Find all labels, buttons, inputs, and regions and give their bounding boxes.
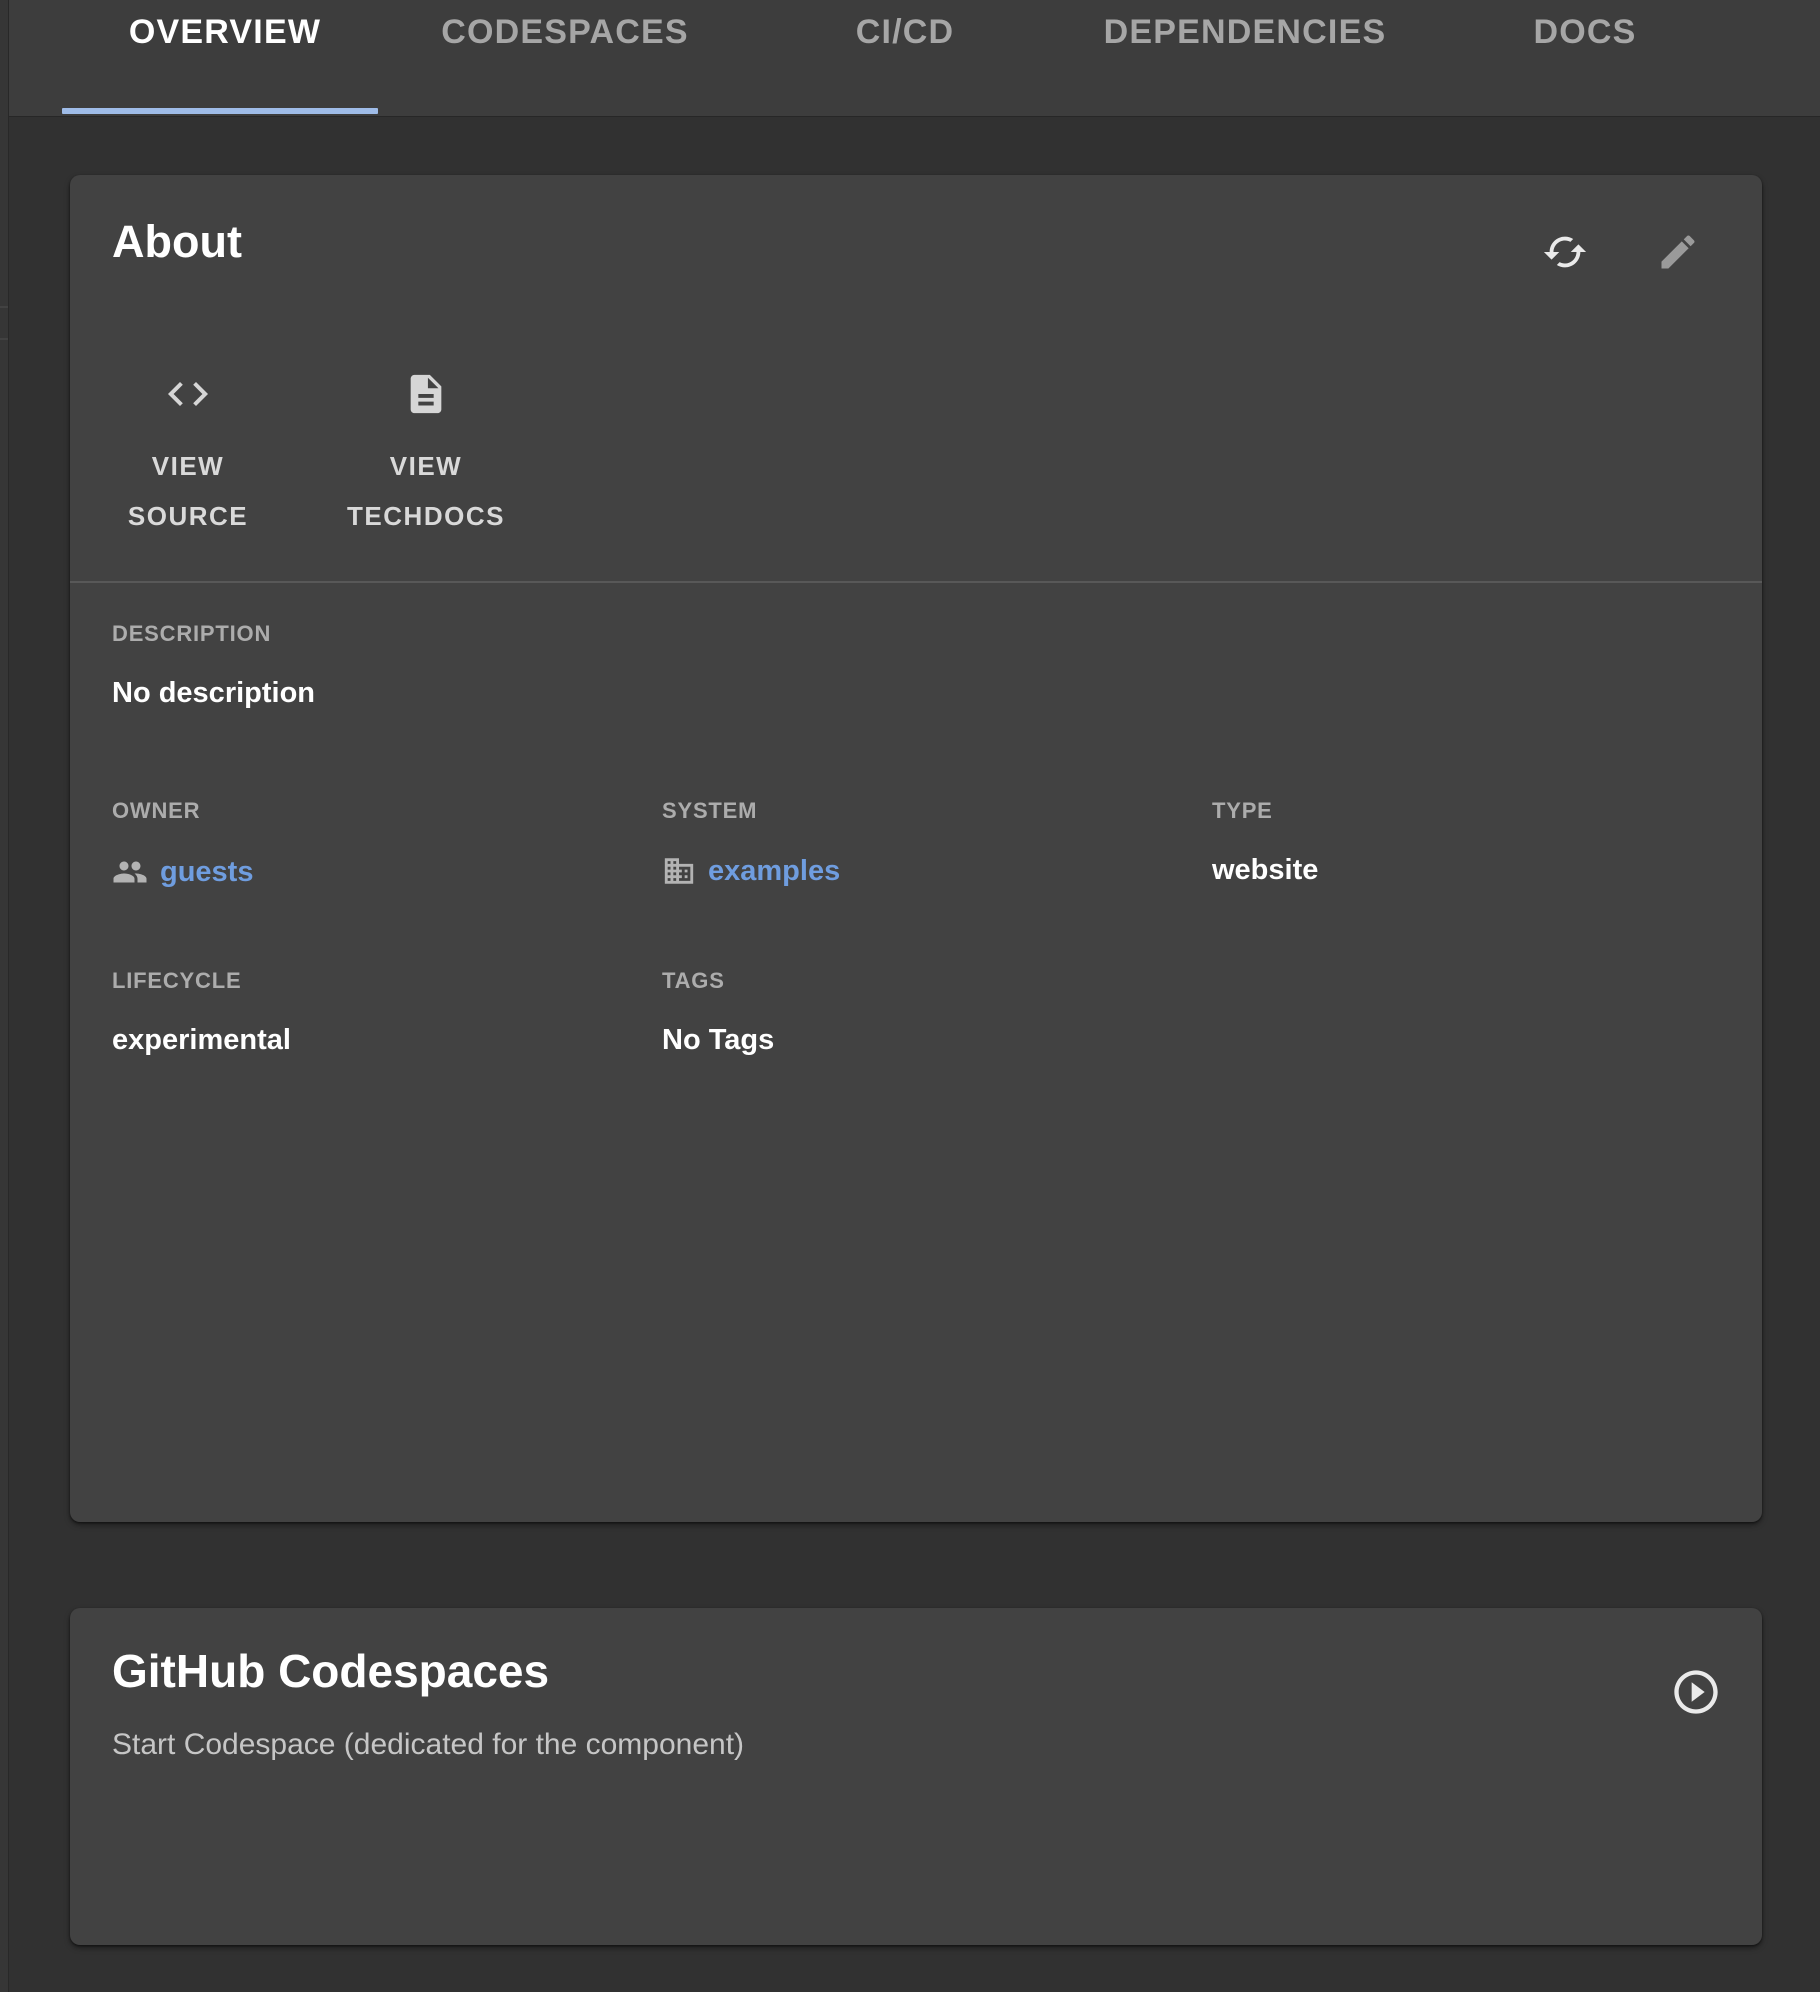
sidebar-divider — [0, 338, 8, 340]
codespaces-card-subtitle: Start Codespace (dedicated for the compo… — [112, 1728, 1720, 1762]
tab-ci-cd[interactable]: CI/CD — [735, 0, 1075, 116]
tab-dependencies[interactable]: DEPENDENCIES — [1075, 0, 1415, 116]
owner-label: OWNER — [112, 798, 662, 824]
tags-value: No Tags — [662, 1024, 1212, 1057]
document-icon — [403, 369, 449, 419]
tab-docs[interactable]: DOCS — [1415, 0, 1755, 116]
about-card-title: About — [112, 215, 242, 283]
type-label: TYPE — [1212, 798, 1762, 824]
business-icon — [662, 854, 696, 888]
system-field: SYSTEM examples — [662, 798, 1212, 890]
view-techdocs-label: VIEW TECHDOCS — [344, 441, 509, 541]
tags-label: TAGS — [662, 968, 1212, 994]
lifecycle-field: LIFECYCLE experimental — [112, 968, 662, 1057]
tab-overview[interactable]: OVERVIEW — [55, 0, 395, 116]
description-field: DESCRIPTION No description — [112, 621, 1720, 710]
codespaces-card-title: GitHub Codespaces — [112, 1644, 1720, 1698]
about-card-buttons: VIEW SOURCE VIEW TECHDOCS — [70, 369, 1762, 541]
refresh-icon — [1542, 229, 1588, 275]
description-label: DESCRIPTION — [112, 621, 1720, 647]
type-field: TYPE website — [1212, 798, 1762, 890]
tab-codespaces[interactable]: CODESPACES — [395, 0, 735, 116]
github-codespaces-card: GitHub Codespaces Start Codespace (dedic… — [70, 1608, 1762, 1945]
sidebar-divider — [0, 306, 8, 308]
code-icon — [164, 369, 212, 419]
play-circle-icon — [1670, 1706, 1722, 1721]
owner-field: OWNER guests — [112, 798, 662, 890]
tags-field: TAGS No Tags — [662, 968, 1212, 1057]
group-icon — [112, 854, 148, 890]
system-label: SYSTEM — [662, 798, 1212, 824]
about-fields-grid: OWNER guests SYSTEM examples — [112, 798, 1720, 1057]
entity-tab-bar: OVERVIEW CODESPACES CI/CD DEPENDENCIES D… — [9, 0, 1820, 117]
edit-pencil-icon — [1656, 230, 1700, 274]
system-link-examples[interactable]: examples — [708, 855, 840, 888]
about-card-header: About — [70, 175, 1762, 283]
view-source-button[interactable]: VIEW SOURCE — [90, 369, 286, 541]
about-card-body: DESCRIPTION No description OWNER guests … — [70, 583, 1762, 1057]
view-techdocs-button[interactable]: VIEW TECHDOCS — [328, 369, 524, 541]
description-value: No description — [112, 677, 1720, 710]
edit-button[interactable] — [1648, 221, 1708, 283]
owner-link-guests[interactable]: guests — [160, 856, 253, 889]
lifecycle-label: LIFECYCLE — [112, 968, 662, 994]
entity-overview-content: About VIEW SOURCE — [9, 117, 1820, 1945]
refresh-button[interactable] — [1534, 221, 1596, 283]
view-source-label: VIEW SOURCE — [106, 441, 271, 541]
start-codespace-button[interactable] — [1660, 1656, 1732, 1728]
page-left-edge — [0, 0, 9, 1992]
type-value: website — [1212, 854, 1762, 887]
lifecycle-value: experimental — [112, 1024, 662, 1057]
about-card-actions — [1534, 221, 1708, 283]
active-tab-indicator — [62, 108, 378, 114]
about-card: About VIEW SOURCE — [70, 175, 1762, 1522]
